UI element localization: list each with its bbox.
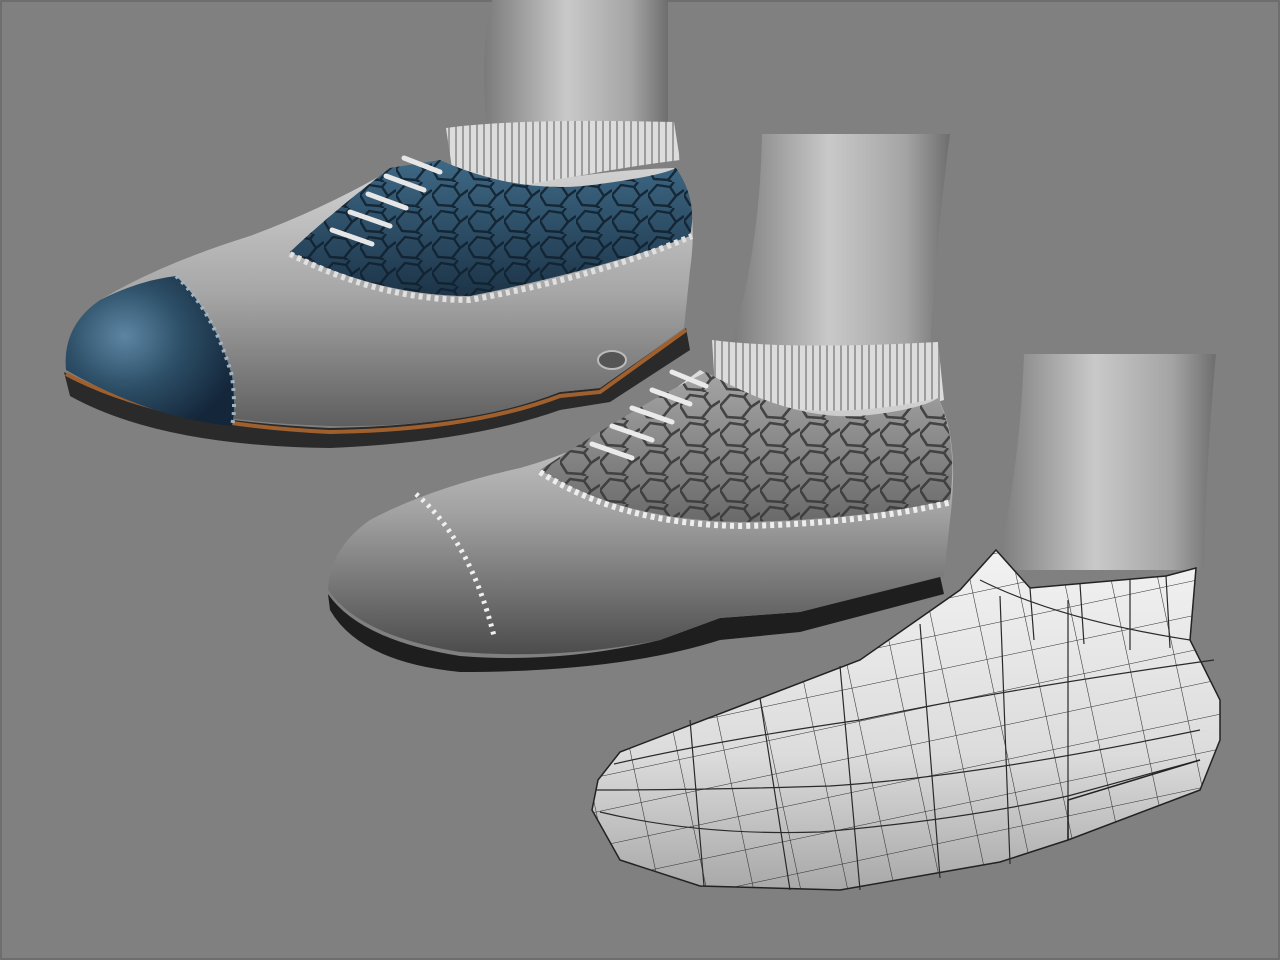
shoe3-leg <box>996 354 1216 570</box>
shoe1-heel-logo <box>597 350 627 370</box>
shoe1-leg <box>483 0 668 132</box>
render-viewport <box>0 0 1280 960</box>
scene-canvas <box>0 0 1280 960</box>
shoe2-leg <box>730 134 950 350</box>
